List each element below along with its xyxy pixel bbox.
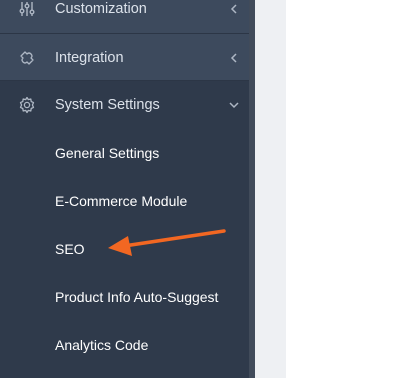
sidebar-item-customization[interactable]: Customization	[0, 0, 249, 33]
chevron-left-icon	[229, 53, 239, 63]
submenu-item-label: SEO	[55, 241, 85, 257]
sidebar-item-label: Integration	[55, 50, 124, 66]
submenu-item-label: General Settings	[55, 145, 160, 161]
submenu-item-ecommerce-module[interactable]: E-Commerce Module	[0, 177, 249, 225]
submenu-item-label: Analytics Code	[55, 337, 149, 353]
submenu-item-product-info-auto-suggest[interactable]: Product Info Auto-Suggest	[0, 273, 249, 321]
content-margin	[255, 0, 286, 378]
sidebar-nav: Customization Integration System Setting…	[0, 0, 249, 378]
submenu-item-label: E-Commerce Module	[55, 193, 188, 209]
puzzle-icon	[17, 48, 37, 68]
submenu-item-label: Product Info Auto-Suggest	[55, 289, 219, 305]
submenu-item-general-settings[interactable]: General Settings	[0, 129, 249, 177]
sidebar-item-label: Customization	[55, 1, 147, 17]
submenu-item-seo[interactable]: SEO	[0, 225, 249, 273]
chevron-left-icon	[229, 4, 239, 14]
gear-icon	[17, 95, 37, 115]
submenu-item-analytics-code[interactable]: Analytics Code	[0, 321, 249, 369]
sidebar-item-system-settings[interactable]: System Settings	[0, 81, 249, 129]
sidebar-item-integration[interactable]: Integration	[0, 34, 249, 82]
chevron-down-icon	[229, 100, 239, 110]
main-content	[286, 0, 407, 378]
sliders-icon	[17, 0, 37, 19]
sidebar-item-label: System Settings	[55, 97, 160, 113]
